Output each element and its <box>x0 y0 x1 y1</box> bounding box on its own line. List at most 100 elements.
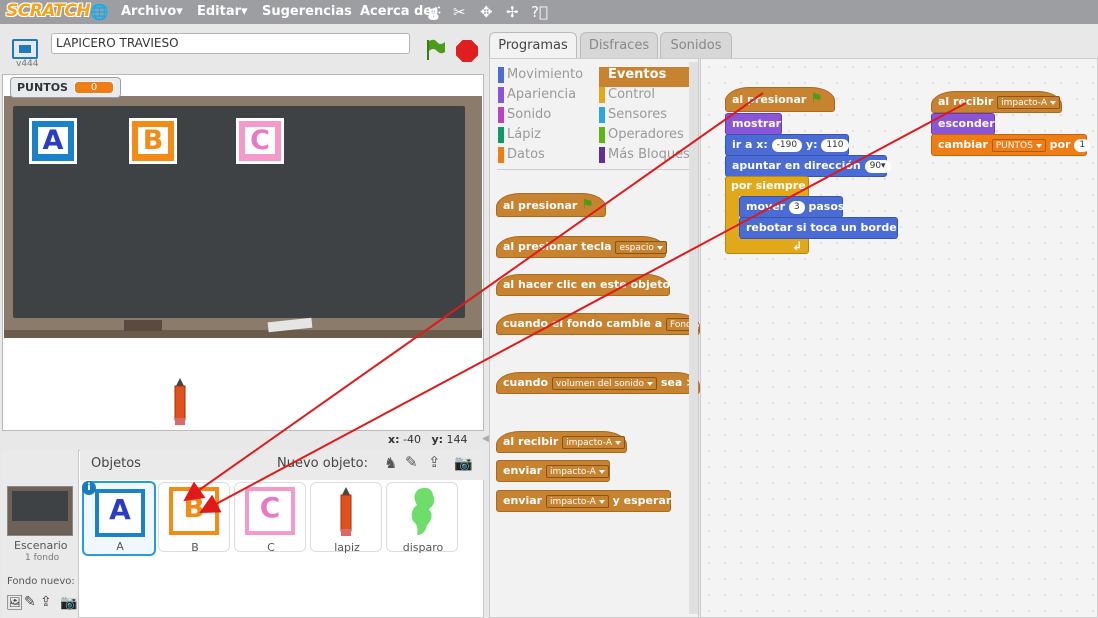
eraser <box>124 320 162 331</box>
paint-brush-icon[interactable]: ✎ <box>405 453 418 471</box>
upload-icon[interactable]: ⇪ <box>428 453 441 471</box>
sprite-card-b[interactable]: B B <box>158 482 230 554</box>
block-label: rebotar si toca un borde <box>746 221 897 234</box>
category-motion[interactable]: Movimiento <box>498 67 593 87</box>
message-dropdown[interactable]: impacto-A <box>562 435 625 449</box>
variable-name: PUNTOS <box>17 81 68 94</box>
block-when-flag-clicked[interactable]: al presionar ⚑ <box>496 193 606 217</box>
green-flag-icon[interactable] <box>424 38 446 62</box>
presentation-mode-icon[interactable] <box>12 39 38 59</box>
block-when-sensor-greater[interactable]: cuando volumen del sonido sea > <box>496 372 700 394</box>
sprite-card-c[interactable]: C C <box>234 482 306 554</box>
globe-icon[interactable]: 🌐 <box>90 3 109 21</box>
tile-letter: A <box>38 127 68 154</box>
category-control[interactable]: Control <box>599 87 690 107</box>
chalkboard-ledge <box>4 330 482 338</box>
palette-scrollbar[interactable] <box>689 62 698 614</box>
backdrop-paint-icon[interactable]: ✎ <box>24 594 36 610</box>
variable-monitor[interactable]: PUNTOS 0 <box>10 77 121 98</box>
help-icon[interactable]: ?⃝ <box>531 3 548 21</box>
sprite-c-on-stage[interactable]: C <box>236 118 284 164</box>
script2-when-i-receive[interactable]: al recibir impacto-A <box>931 91 1062 113</box>
pencil-sprite-on-stage[interactable] <box>173 378 187 426</box>
green-flag-icon: ⚑ <box>581 197 594 213</box>
script1-bounce-block[interactable]: rebotar si toca un borde <box>739 217 898 239</box>
steps-input[interactable]: 3 <box>788 200 805 214</box>
shrink-icon[interactable]: ✢ <box>506 3 519 21</box>
script1-show-block[interactable]: mostrar <box>725 113 782 135</box>
menu-about[interactable]: Acerca de <box>360 4 432 19</box>
sprite-info-icon[interactable]: i <box>82 481 96 495</box>
message-dropdown[interactable]: impacto-A <box>545 494 609 508</box>
script2-hide-block[interactable]: esconder <box>931 113 995 135</box>
block-broadcast-and-wait[interactable]: enviar impacto-A y esperar <box>496 490 671 512</box>
block-label: enviar <box>503 494 543 507</box>
menu-edit[interactable]: Editar▾ <box>197 4 248 19</box>
change-amount-input[interactable]: 1 <box>1074 138 1091 152</box>
shot-thumbnail <box>411 487 435 535</box>
y-input[interactable]: 110 <box>821 138 849 152</box>
script1-goto-block[interactable]: ir a x: -190 y: 110 <box>725 134 849 156</box>
block-label: y esperar <box>612 494 672 507</box>
category-looks[interactable]: Apariencia <box>498 87 593 107</box>
tile-letter: C <box>245 127 275 154</box>
category-more-blocks[interactable]: Más Bloques <box>599 147 690 167</box>
block-label: al presionar <box>503 199 578 212</box>
block-label: al presionar tecla <box>503 240 612 253</box>
message-dropdown[interactable]: impacto-A <box>997 95 1060 109</box>
sprite-a-thumbnail: A <box>95 489 145 537</box>
block-label: cuando <box>503 376 549 389</box>
block-label: al recibir <box>938 95 994 108</box>
message-dropdown[interactable]: impacto-A <box>545 464 609 478</box>
stage-backdrop-count: 1 fondo <box>25 553 60 563</box>
stage-label: Escenario <box>14 539 68 552</box>
script2-change-variable-block[interactable]: cambiar PUNTOS por 1 <box>931 134 1091 156</box>
sprite-b-thumbnail: B <box>169 487 219 535</box>
block-label: al hacer clic en este objeto <box>503 278 671 291</box>
category-events[interactable]: Eventos <box>599 67 690 87</box>
scratch-logo[interactable]: SCRATCH <box>6 1 91 21</box>
stage-thumbnail[interactable] <box>7 486 73 536</box>
sprite-name: disparo <box>402 541 444 554</box>
camera-icon[interactable]: 📷 <box>454 454 473 472</box>
direction-input[interactable]: 90▾ <box>864 159 891 173</box>
sprite-b-on-stage[interactable]: B <box>129 118 177 164</box>
script1-point-direction-block[interactable]: apuntar en dirección 90▾ <box>725 155 891 177</box>
sprite-card-disparo[interactable]: disparo <box>386 482 458 554</box>
script1-when-flag-clicked[interactable]: al presionar ⚑ <box>725 87 835 112</box>
category-sensing[interactable]: Sensores <box>599 107 690 127</box>
block-label: y: <box>805 138 818 151</box>
backdrop-library-icon[interactable]: 🖼 <box>6 595 24 611</box>
backdrop-camera-icon[interactable]: 📷 <box>60 595 77 611</box>
grow-icon[interactable]: ✥ <box>480 3 493 21</box>
block-label: por siempre <box>731 179 806 192</box>
key-dropdown[interactable]: espacio <box>615 240 667 254</box>
tab-costumes[interactable]: Disfraces <box>580 32 658 59</box>
tab-sounds[interactable]: Sonidos <box>660 32 732 59</box>
sprite-library-icon[interactable]: ♞ <box>384 454 397 472</box>
block-when-backdrop-switches[interactable]: cuando el fondo cambie a FondoPiz <box>496 313 700 335</box>
cut-icon[interactable]: ✂ <box>453 3 466 21</box>
tab-scripts[interactable]: Programas <box>489 32 577 59</box>
script1-move-block[interactable]: mover 3 pasos <box>739 196 844 218</box>
category-pen[interactable]: Lápiz <box>498 127 593 147</box>
block-when-key-pressed[interactable]: al presionar tecla espacio <box>496 236 667 258</box>
collapse-stage-icon[interactable]: ◀ <box>482 434 489 446</box>
stamp-icon[interactable]: ⛇ <box>426 3 441 25</box>
block-when-sprite-clicked[interactable]: al hacer clic en este objeto <box>496 274 670 296</box>
x-input[interactable]: -190 <box>771 138 803 152</box>
category-operators[interactable]: Operadores <box>599 127 690 147</box>
variable-dropdown[interactable]: PUNTOS <box>991 138 1046 152</box>
sensor-dropdown[interactable]: volumen del sonido <box>551 376 658 390</box>
category-sound[interactable]: Sonido <box>498 107 593 127</box>
sprite-card-lapiz[interactable]: lapiz <box>310 482 382 554</box>
sprite-name: lapiz <box>334 541 360 554</box>
project-title-input[interactable]: LAPICERO TRAVIESO <box>51 33 410 54</box>
sprite-a-on-stage[interactable]: A <box>29 118 77 164</box>
block-broadcast[interactable]: enviar impacto-A <box>496 460 610 482</box>
block-when-i-receive[interactable]: al recibir impacto-A <box>496 431 627 453</box>
menu-tips[interactable]: Sugerencias <box>262 4 352 19</box>
backdrop-upload-icon[interactable]: ⇪ <box>40 594 52 610</box>
menu-file[interactable]: Archivo▾ <box>121 4 183 19</box>
category-data[interactable]: Datos <box>498 147 593 167</box>
